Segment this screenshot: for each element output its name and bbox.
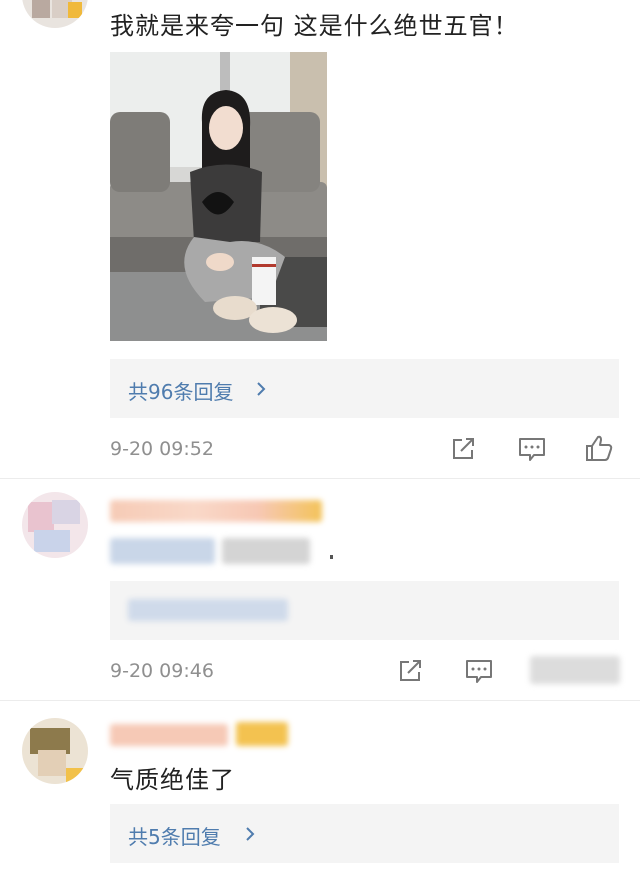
comment-icon[interactable] (518, 437, 546, 463)
replies-link[interactable]: 共96条回复 (128, 376, 233, 405)
like-count-blurred[interactable] (530, 656, 620, 684)
avatar[interactable] (22, 492, 88, 558)
comment-text-dot (330, 555, 333, 559)
avatar[interactable] (22, 0, 88, 28)
comment-text-blurred (110, 538, 215, 564)
timestamp: 9-20 09:52 (110, 438, 214, 460)
user-badge-blurred (236, 722, 288, 746)
chevron-right-icon (245, 826, 255, 842)
chevron-right-icon (256, 381, 266, 397)
comment-text: 我就是来夸一句 这是什么绝世五官！ (110, 12, 519, 40)
comment-text-blurred (222, 538, 310, 564)
photo-image (110, 52, 327, 341)
divider (0, 478, 640, 479)
replies-box[interactable]: 共96条回复 (110, 359, 619, 418)
divider (0, 700, 640, 701)
replies-box[interactable]: 共5条回复 (110, 804, 619, 863)
username-blurred[interactable] (110, 724, 228, 746)
comment-icon[interactable] (465, 659, 493, 685)
replies-link[interactable]: 共5条回复 (128, 821, 221, 850)
username-blurred[interactable] (110, 500, 322, 522)
comment-photo[interactable] (110, 52, 327, 341)
timestamp: 9-20 09:46 (110, 660, 214, 682)
replies-box[interactable] (110, 581, 619, 640)
share-icon[interactable] (451, 437, 477, 461)
avatar[interactable] (22, 718, 88, 784)
replies-link-blurred[interactable] (128, 599, 288, 621)
comment-text: 气质绝佳了 (110, 766, 235, 794)
share-icon[interactable] (398, 659, 424, 683)
thumbs-up-icon[interactable] (585, 434, 613, 462)
